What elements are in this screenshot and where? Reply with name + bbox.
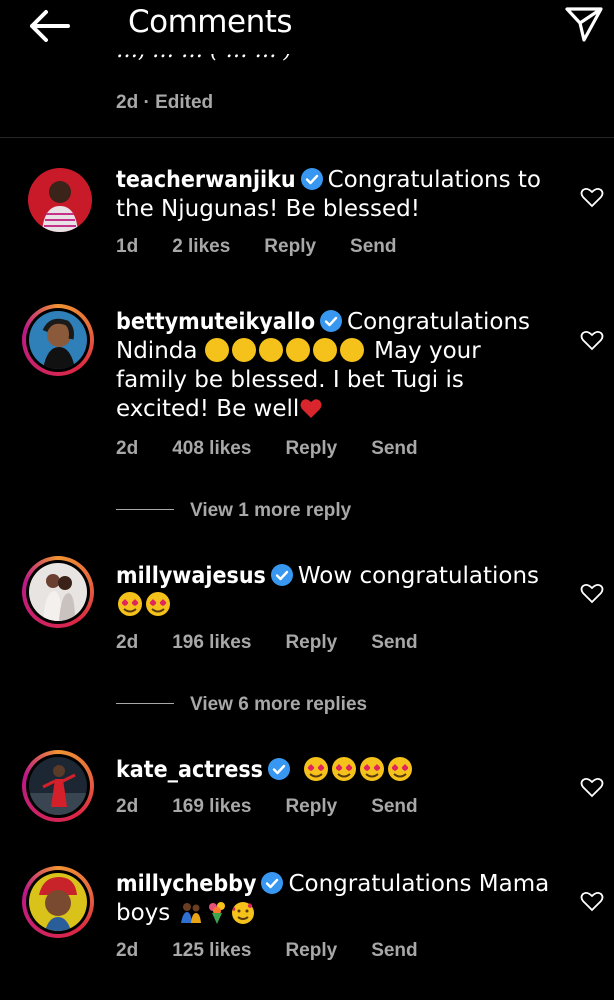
party-face-emoji (312, 338, 337, 362)
heart-eyes-emoji (304, 757, 329, 781)
likes-count[interactable]: 2 likes (172, 236, 230, 257)
view-more-replies-label[interactable]: View 6 more replies (190, 694, 367, 715)
reply-button[interactable]: Reply (285, 632, 337, 653)
comment-username[interactable]: kate_actress (116, 757, 263, 783)
party-face-emoji (231, 338, 256, 362)
comment-username[interactable]: bettymuteikyallo (116, 309, 315, 335)
reply-button[interactable]: Reply (285, 438, 337, 459)
comment-age: 2d (116, 940, 139, 961)
party-face-emoji (258, 338, 283, 362)
likes-count[interactable]: 125 likes (172, 940, 251, 961)
send-button[interactable]: Send (371, 438, 417, 459)
avatar-photo (28, 168, 92, 232)
comment-username[interactable]: millywajesus (116, 563, 266, 589)
verified-badge-icon (270, 564, 293, 586)
avatar[interactable] (22, 556, 94, 628)
edited-label: Edited (155, 92, 214, 113)
like-heart-icon[interactable] (580, 329, 604, 351)
divider (0, 137, 614, 138)
like-heart-icon[interactable] (580, 582, 604, 604)
reply-button[interactable]: Reply (264, 236, 316, 257)
view-more-replies-label[interactable]: View 1 more reply (190, 500, 351, 521)
comment-meta: 1d 2 likes Reply Send (116, 236, 431, 258)
comment-text: Wow congratulations (297, 563, 540, 589)
heart-eyes-emoji (360, 757, 385, 781)
heart-eyes-emoji (118, 592, 142, 616)
family-emoji (180, 903, 201, 923)
header-bar: Comments (0, 0, 614, 54)
avatar[interactable] (22, 304, 94, 376)
comment-age: 2d (116, 92, 139, 113)
previous-comment-partial: …, … … ( … … ) (116, 54, 556, 80)
verified-badge-icon (268, 758, 290, 780)
like-heart-icon[interactable] (580, 186, 604, 208)
comment-username[interactable]: millychebby (116, 871, 256, 897)
comment-body: millychebby Congratulations Mama boys (116, 870, 556, 928)
send-icon[interactable] (564, 4, 604, 44)
reply-thread-line (116, 703, 174, 704)
heart-eyes-emoji (332, 757, 357, 781)
party-face-emoji (204, 338, 229, 362)
party-face-emoji (339, 338, 364, 362)
comment-meta: 2d 125 likes Reply Send (116, 940, 452, 962)
comment-body: kate_actress (116, 756, 556, 785)
send-button[interactable]: Send (371, 796, 417, 817)
avatar[interactable] (22, 750, 94, 822)
likes-count[interactable]: 408 likes (172, 438, 251, 459)
heart-eyes-emoji (146, 592, 170, 616)
likes-count[interactable]: 169 likes (172, 796, 251, 817)
back-arrow-icon[interactable] (28, 8, 72, 44)
comment-age: 2d (116, 796, 139, 817)
view-more-replies[interactable]: View 1 more reply (116, 500, 351, 522)
comment-meta: 2d 169 likes Reply Send (116, 796, 452, 818)
smiling-face-with-hearts-emoji (231, 902, 254, 924)
send-button[interactable]: Send (371, 632, 417, 653)
red-heart-emoji (300, 399, 322, 418)
avatar-photo (29, 757, 87, 815)
avatar-photo (29, 311, 87, 369)
verified-badge-icon (300, 168, 323, 190)
send-button[interactable]: Send (350, 236, 396, 257)
avatar-photo (29, 873, 87, 931)
comment-meta: 2d 408 likes Reply Send (116, 438, 452, 460)
avatar-photo (29, 563, 87, 621)
reply-thread-line (116, 509, 174, 510)
avatar[interactable] (22, 866, 94, 938)
bouquet-emoji (208, 902, 225, 924)
page-title: Comments (128, 4, 293, 40)
previous-comment-meta: 2d · Edited (116, 92, 214, 113)
comment-body: bettymuteikyallo Congratulations Ndinda M… (116, 308, 556, 424)
reply-button[interactable]: Reply (285, 940, 337, 961)
avatar[interactable] (24, 164, 96, 236)
comment-body: teacherwanjiku Congratulations to the Nju… (116, 166, 556, 224)
comment-age: 2d (116, 632, 139, 653)
verified-badge-icon (261, 872, 284, 894)
reply-button[interactable]: Reply (285, 796, 337, 817)
previous-comment-text: …, … … ( … … ) (116, 54, 292, 63)
send-button[interactable]: Send (371, 940, 417, 961)
likes-count[interactable]: 196 likes (172, 632, 251, 653)
comment-age: 2d (116, 438, 139, 459)
view-more-replies[interactable]: View 6 more replies (116, 694, 367, 716)
comment-username[interactable]: teacherwanjiku (116, 167, 296, 193)
party-face-emoji (285, 338, 310, 362)
comment-meta: 2d 196 likes Reply Send (116, 632, 452, 654)
verified-badge-icon (320, 310, 343, 332)
like-heart-icon[interactable] (580, 776, 604, 798)
heart-eyes-emoji (388, 757, 413, 781)
comment-body: millywajesus Wow congratulations (116, 562, 556, 620)
comment-age: 1d (116, 236, 139, 257)
like-heart-icon[interactable] (580, 890, 604, 912)
